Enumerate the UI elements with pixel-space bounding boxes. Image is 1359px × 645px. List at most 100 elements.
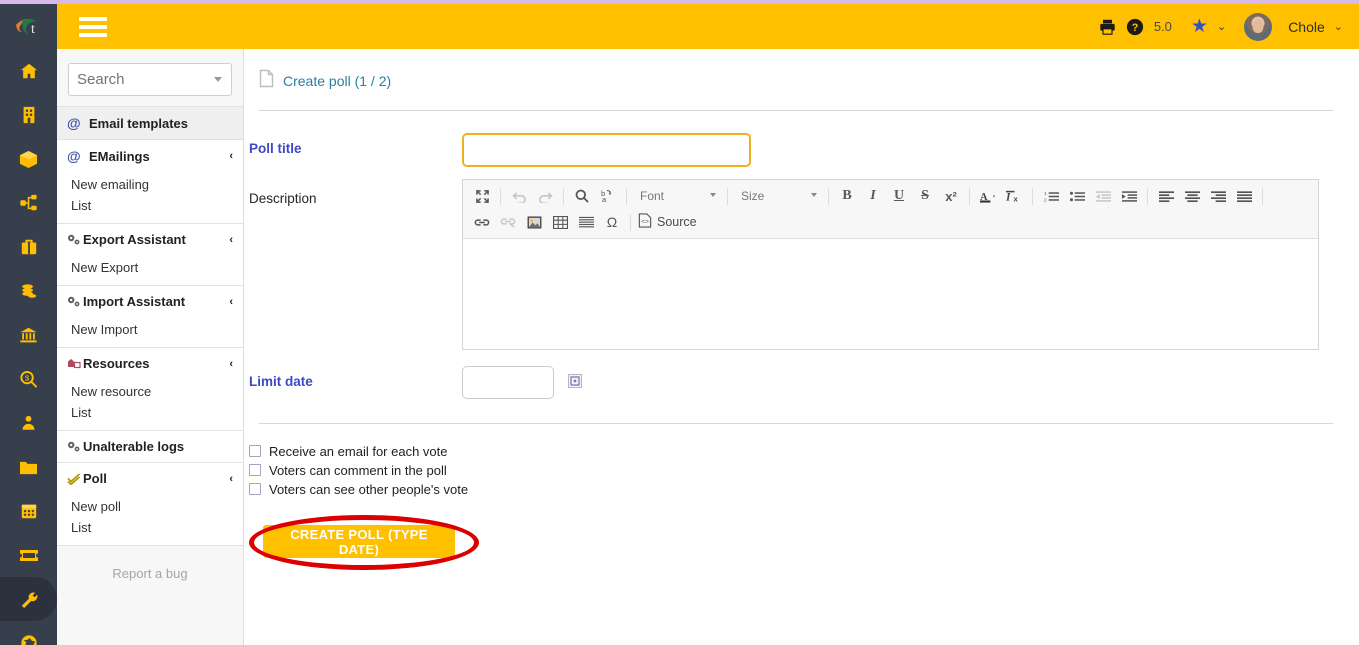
cogs-icon [67,234,83,246]
font-family-select[interactable]: Font [634,185,720,207]
menu-sub-item[interactable]: New Import [67,319,233,340]
align-center-icon[interactable] [1181,185,1203,207]
menu-group-header[interactable]: @ Email templates [57,107,243,139]
align-justify-icon[interactable] [1233,185,1255,207]
user-name-label[interactable]: Chole [1288,19,1325,35]
checkbox-input[interactable] [249,483,261,495]
rail-item-wrench[interactable] [0,577,57,621]
find-icon[interactable] [571,185,593,207]
avatar[interactable] [1244,12,1273,41]
menu-sub-item[interactable]: New poll [67,496,233,517]
create-poll-button[interactable]: CREATE POLL (TYPE DATE) [263,525,455,558]
help-icon[interactable]: ? [1126,18,1144,36]
app-logo[interactable]: t [0,4,57,49]
menu-group-header[interactable]: Import Assistant ‹ [57,286,243,317]
rail-item-home[interactable] [0,49,57,93]
chevron-left-icon[interactable]: ‹ [229,296,233,308]
superscript-icon[interactable]: x² [940,185,962,207]
link-icon[interactable] [471,211,493,233]
horizontal-rule-icon[interactable] [575,211,597,233]
replace-icon[interactable]: ba [597,185,619,207]
search-input[interactable] [69,71,199,88]
menu-group-header[interactable]: Export Assistant ‹ [57,224,243,255]
font-size-select[interactable]: Size [735,185,821,207]
menu-sub-item[interactable]: New resource [67,381,233,402]
menu-group-header[interactable]: Resources ‹ [57,348,243,379]
toolbar-separator [969,187,970,205]
report-a-bug-link[interactable]: Report a bug [57,546,243,581]
menu-sub-item[interactable]: List [67,195,233,216]
special-char-icon[interactable]: Ω [601,211,623,233]
rail-item-building[interactable] [0,93,57,137]
bold-icon[interactable]: B [836,185,858,207]
description-row: Description b a Font Size B I U Sx² A Ix 1 2 Ω <> Sou… [244,179,1359,350]
content-divider-top [259,110,1333,111]
user-menu-chevron-icon[interactable]: ⌄ [1334,20,1343,33]
bulleted-list-icon[interactable] [1066,185,1088,207]
rail-item-box[interactable] [0,137,57,181]
strikethrough-icon[interactable]: S [914,185,936,207]
menu-sub-item[interactable]: New Export [67,257,233,278]
chevron-down-icon[interactable] [710,193,716,197]
svg-text:I: I [1006,191,1011,203]
rail-item-user-tie[interactable] [0,401,57,445]
calendar-picker-icon[interactable] [568,374,583,388]
checkbox-label[interactable]: Voters can comment in the poll [269,463,447,478]
search-dropdown-caret-icon[interactable] [214,77,222,82]
checkbox-label[interactable]: Receive an email for each vote [269,444,447,459]
rail-item-workflow[interactable] [0,181,57,225]
maximize-icon[interactable] [471,185,493,207]
limit-date-input[interactable] [462,366,554,399]
rail-item-briefcase[interactable] [0,225,57,269]
menu-group: Import Assistant ‹ New Import [57,285,243,347]
checkbox-input[interactable] [249,464,261,476]
menu-group-label: Email templates [89,115,188,131]
chevron-left-icon[interactable]: ‹ [229,358,233,370]
description-editor-body[interactable] [463,239,1318,349]
chevron-left-icon[interactable]: ‹ [229,150,233,162]
align-right-icon[interactable] [1207,185,1229,207]
toolbar-separator [1032,187,1033,205]
chevron-left-icon[interactable]: ‹ [229,234,233,246]
remove-format-icon[interactable]: Ix [1003,185,1025,207]
outdent-icon [1092,185,1114,207]
table-icon[interactable] [549,211,571,233]
menu-sub-item[interactable]: List [67,402,233,423]
menu-sub-item[interactable]: List [67,517,233,538]
align-left-icon[interactable] [1155,185,1177,207]
printer-icon[interactable] [1098,18,1117,36]
menu-sub-list: New resource List [57,379,243,430]
search-box[interactable] [68,63,232,96]
image-icon[interactable] [523,211,545,233]
numbered-list-icon[interactable]: 12 [1040,185,1062,207]
italic-icon[interactable]: I [862,185,884,207]
breadcrumb-title[interactable]: Create poll (1 / 2) [283,73,391,89]
rail-item-folder[interactable] [0,445,57,489]
chevron-down-icon[interactable]: ⌄ [1217,20,1226,33]
rail-item-bank[interactable] [0,313,57,357]
source-button[interactable]: <> Source [638,213,697,231]
star-icon[interactable]: ★ [1191,15,1208,38]
menu-group-header[interactable]: @ EMailings ‹ [57,140,243,172]
poll-title-input[interactable] [462,133,751,167]
checkbox-input[interactable] [249,445,261,457]
poll-check-icon [67,472,83,485]
svg-text:$: $ [25,373,30,382]
underline-icon[interactable]: U [888,185,910,207]
rail-item-search-money[interactable]: $ [0,357,57,401]
chevron-down-icon[interactable] [811,193,817,197]
rail-item-globe[interactable] [0,621,57,645]
chevron-left-icon[interactable]: ‹ [229,473,233,485]
cogs-icon [67,296,83,308]
indent-icon[interactable] [1118,185,1140,207]
menu-group-header[interactable]: Poll ‹ [57,463,243,494]
menu-group-header[interactable]: Unalterable logs [57,431,243,462]
rail-item-calendar[interactable] [0,489,57,533]
svg-text:<>: <> [641,218,649,225]
rail-item-coins[interactable] [0,269,57,313]
hamburger-menu-icon[interactable] [79,13,107,41]
rail-item-ticket[interactable] [0,533,57,577]
checkbox-label[interactable]: Voters can see other people's vote [269,482,468,497]
menu-sub-item[interactable]: New emailing [67,174,233,195]
text-color-icon[interactable]: A [977,185,999,207]
